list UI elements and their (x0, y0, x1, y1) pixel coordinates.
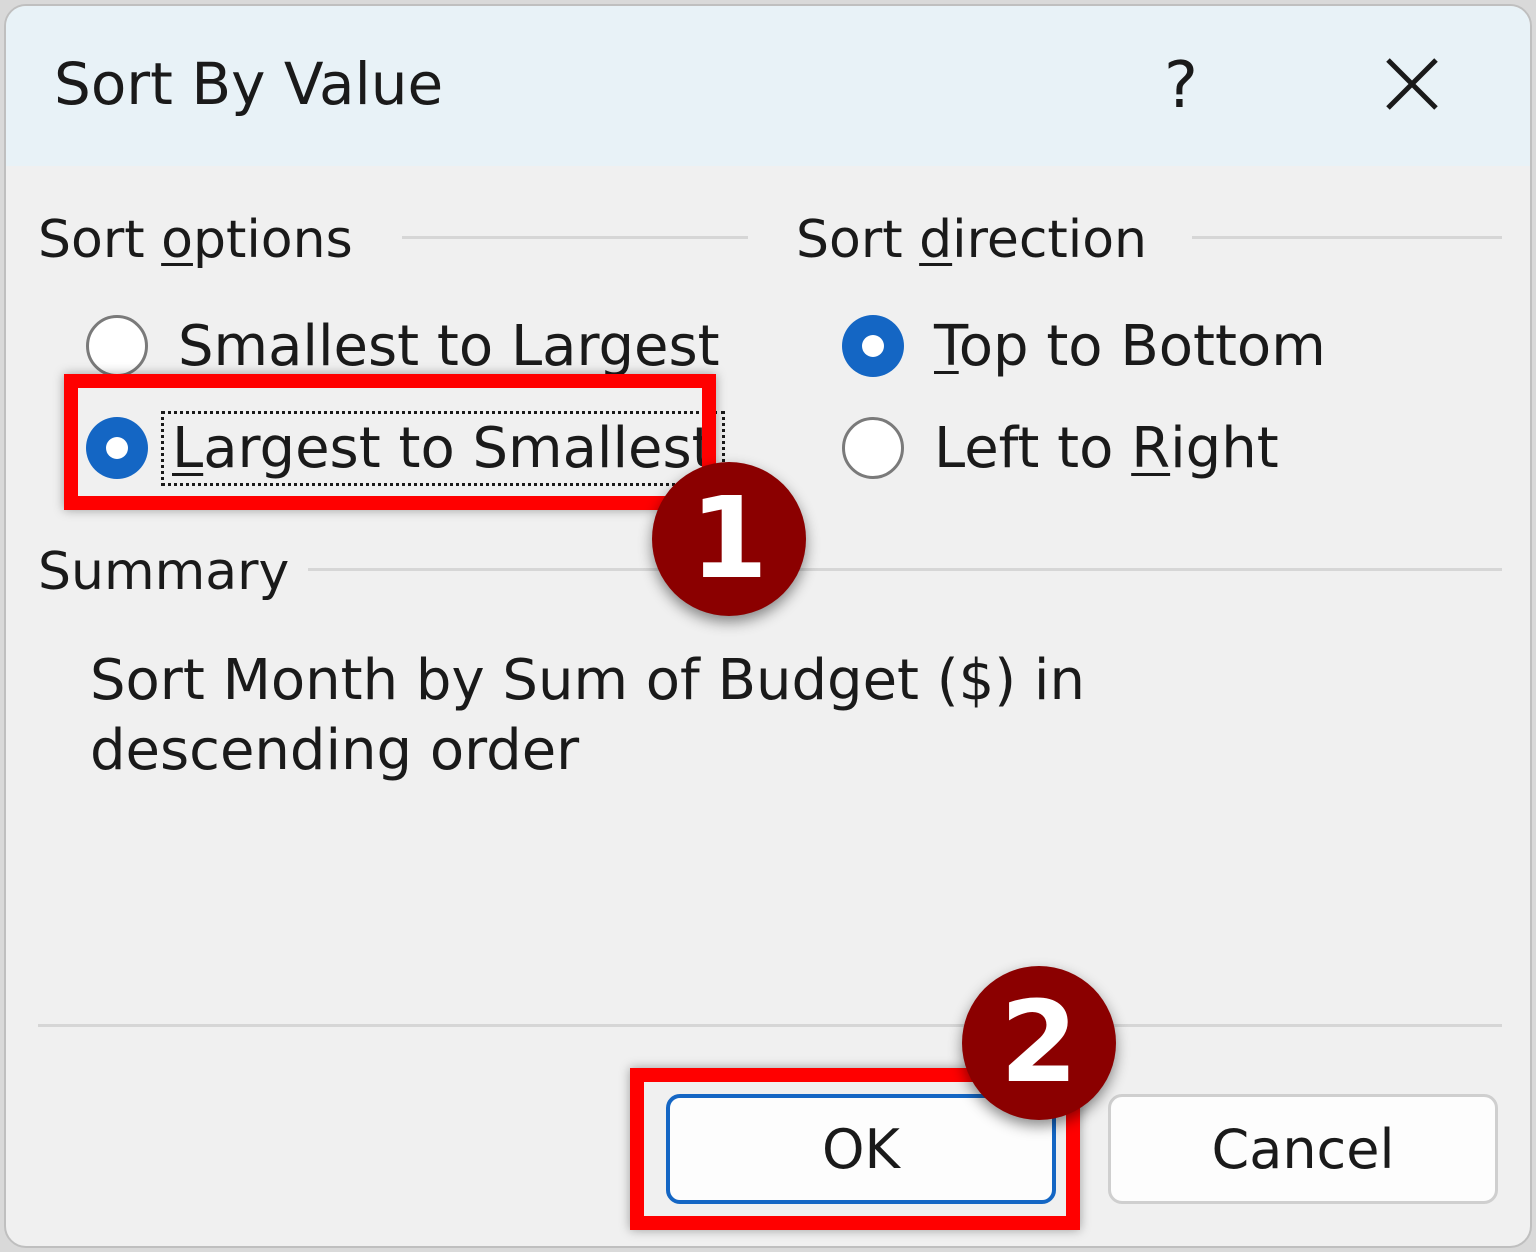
close-button[interactable] (1366, 46, 1456, 126)
summary-separator (308, 568, 1502, 571)
radio-top-to-bottom[interactable]: Top to Bottom (842, 306, 1326, 386)
radio-label-top-to-bottom: Top to Bottom (934, 314, 1326, 379)
radio-label-smallest-to-largest: Smallest to Largest (178, 313, 720, 379)
radio-label-top-rest: op to Bottom (958, 313, 1326, 379)
sort-options-heading: Sort options (38, 210, 353, 270)
close-icon (1386, 58, 1438, 110)
sort-options-heading-post: ptions (192, 210, 353, 270)
step-badge-1: 1 (652, 462, 806, 616)
title-bar: Sort By Value ? (6, 6, 1530, 166)
sort-options-heading-accel: o (161, 210, 193, 270)
radio-button-checked[interactable] (842, 315, 904, 377)
sort-options-separator (402, 236, 748, 239)
help-button[interactable]: ? (1146, 46, 1216, 126)
summary-text: Sort Month by Sum of Budget ($) in desce… (90, 648, 1085, 783)
radio-left-to-right[interactable]: Left to Right (842, 408, 1279, 488)
radio-label-left-to-right: Left to Right (934, 416, 1279, 481)
radio-label-left-accel: R (1131, 415, 1171, 481)
radio-label-left-rest: ight (1170, 415, 1279, 481)
radio-button-unchecked[interactable] (842, 417, 904, 479)
sort-direction-heading-post: irection (952, 210, 1148, 270)
sort-by-value-dialog: Sort By Value ? Sort options Smallest to… (4, 4, 1532, 1248)
summary-heading: Summary (38, 542, 290, 602)
footer-separator (38, 1024, 1502, 1027)
sort-direction-separator (1192, 236, 1502, 239)
dialog-title: Sort By Value (54, 50, 444, 118)
sort-options-heading-pre: Sort (38, 210, 162, 270)
step-badge-2: 2 (962, 966, 1116, 1120)
radio-button-unchecked[interactable] (86, 315, 148, 377)
radio-label-top-accel: T (934, 313, 959, 379)
radio-label-left-pre: Left to (934, 415, 1132, 481)
sort-direction-heading-accel: d (919, 210, 953, 270)
cancel-button[interactable]: Cancel (1108, 1094, 1498, 1204)
sort-direction-heading: Sort direction (796, 210, 1147, 270)
sort-direction-heading-pre: Sort (796, 210, 920, 270)
highlight-box-largest-to-smallest (64, 374, 716, 510)
